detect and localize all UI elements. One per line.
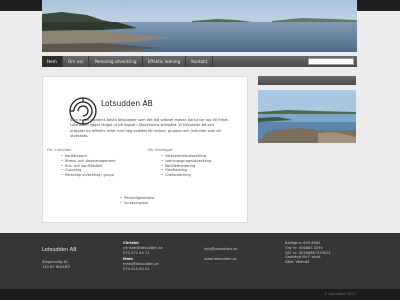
contact-email-link[interactable]: mats@lotsudden.se (123, 262, 159, 267)
site-footer: Lotsudden AB Stegersväg 61 134 67 INGARÖ… (0, 233, 400, 289)
address-postcode: 134 67 INGARÖ (42, 264, 71, 269)
footer-contact-mats: Mats mats@lotsudden.se 070-510 00 01 (123, 257, 159, 271)
nav-item-about[interactable]: Om oss (63, 56, 90, 67)
footer-contact-christel: Christel christel@lotsudden.se 070-372 4… (123, 241, 163, 255)
company-heading: För företaget (148, 147, 173, 152)
footer-address: Stegersväg 61 134 67 INGARÖ (42, 260, 70, 270)
copyright-text: © Lotsudden 2017 (324, 292, 356, 296)
company-services-list: Verksamhetsutveckling Ledningsgruppsutve… (161, 154, 211, 178)
sidebar-heading-bar (258, 76, 356, 85)
list-item: Personlig utveckling i grupp (61, 173, 115, 178)
individual-services-list: Karriärcoach Stress- och tidsmanagement … (61, 154, 115, 178)
list-item: Stress- och tidsmanagement (61, 159, 115, 164)
registered-office: Säte: Värmdö (285, 260, 310, 265)
main-navigation: Hem Om oss Personlig utveckling Effektiv… (42, 56, 357, 67)
header-banner-image (42, 0, 357, 52)
main-content-panel: Lotsudden AB Som en av världens bästa lo… (42, 76, 248, 223)
contact-email-link[interactable]: christel@lotsudden.se (123, 246, 163, 251)
list-item: Ledningsgruppsutveckling (161, 159, 211, 164)
footer-company-name: Lotsudden AB (42, 247, 77, 253)
test-services-list: Personlighetstest Screeningtest (120, 196, 154, 206)
footer-email-link[interactable]: info@lotsudden.se (204, 247, 237, 252)
contact-phone: 070-372 43 11 (123, 250, 150, 255)
nav-item-home[interactable]: Hem (42, 56, 63, 67)
footer-website-link[interactable]: www.lotsudden.se (204, 257, 237, 262)
intro-paragraph: Som en av världens bästa lotsplatser som… (70, 118, 229, 139)
sidebar-archipelago-photo (258, 90, 356, 143)
page-title: Lotsudden AB (101, 99, 153, 108)
nav-item-personal-development[interactable]: Personlig utveckling (89, 56, 143, 67)
footer-company-info: Bankgiro: 620-6561 Org nr: 556867-3290 V… (285, 241, 331, 265)
bottom-bar: © Lotsudden 2017 (0, 289, 400, 300)
list-item: Screeningtest (120, 201, 154, 206)
nav-item-leadership[interactable]: Effektiv ledning (143, 56, 187, 67)
individual-heading: För individen (47, 147, 72, 152)
contact-phone: 070-510 00 01 (123, 266, 150, 271)
search-input[interactable] (308, 58, 354, 65)
nav-item-contact[interactable]: Kontakt (186, 56, 214, 67)
list-item: Chefscoaching (161, 173, 211, 178)
